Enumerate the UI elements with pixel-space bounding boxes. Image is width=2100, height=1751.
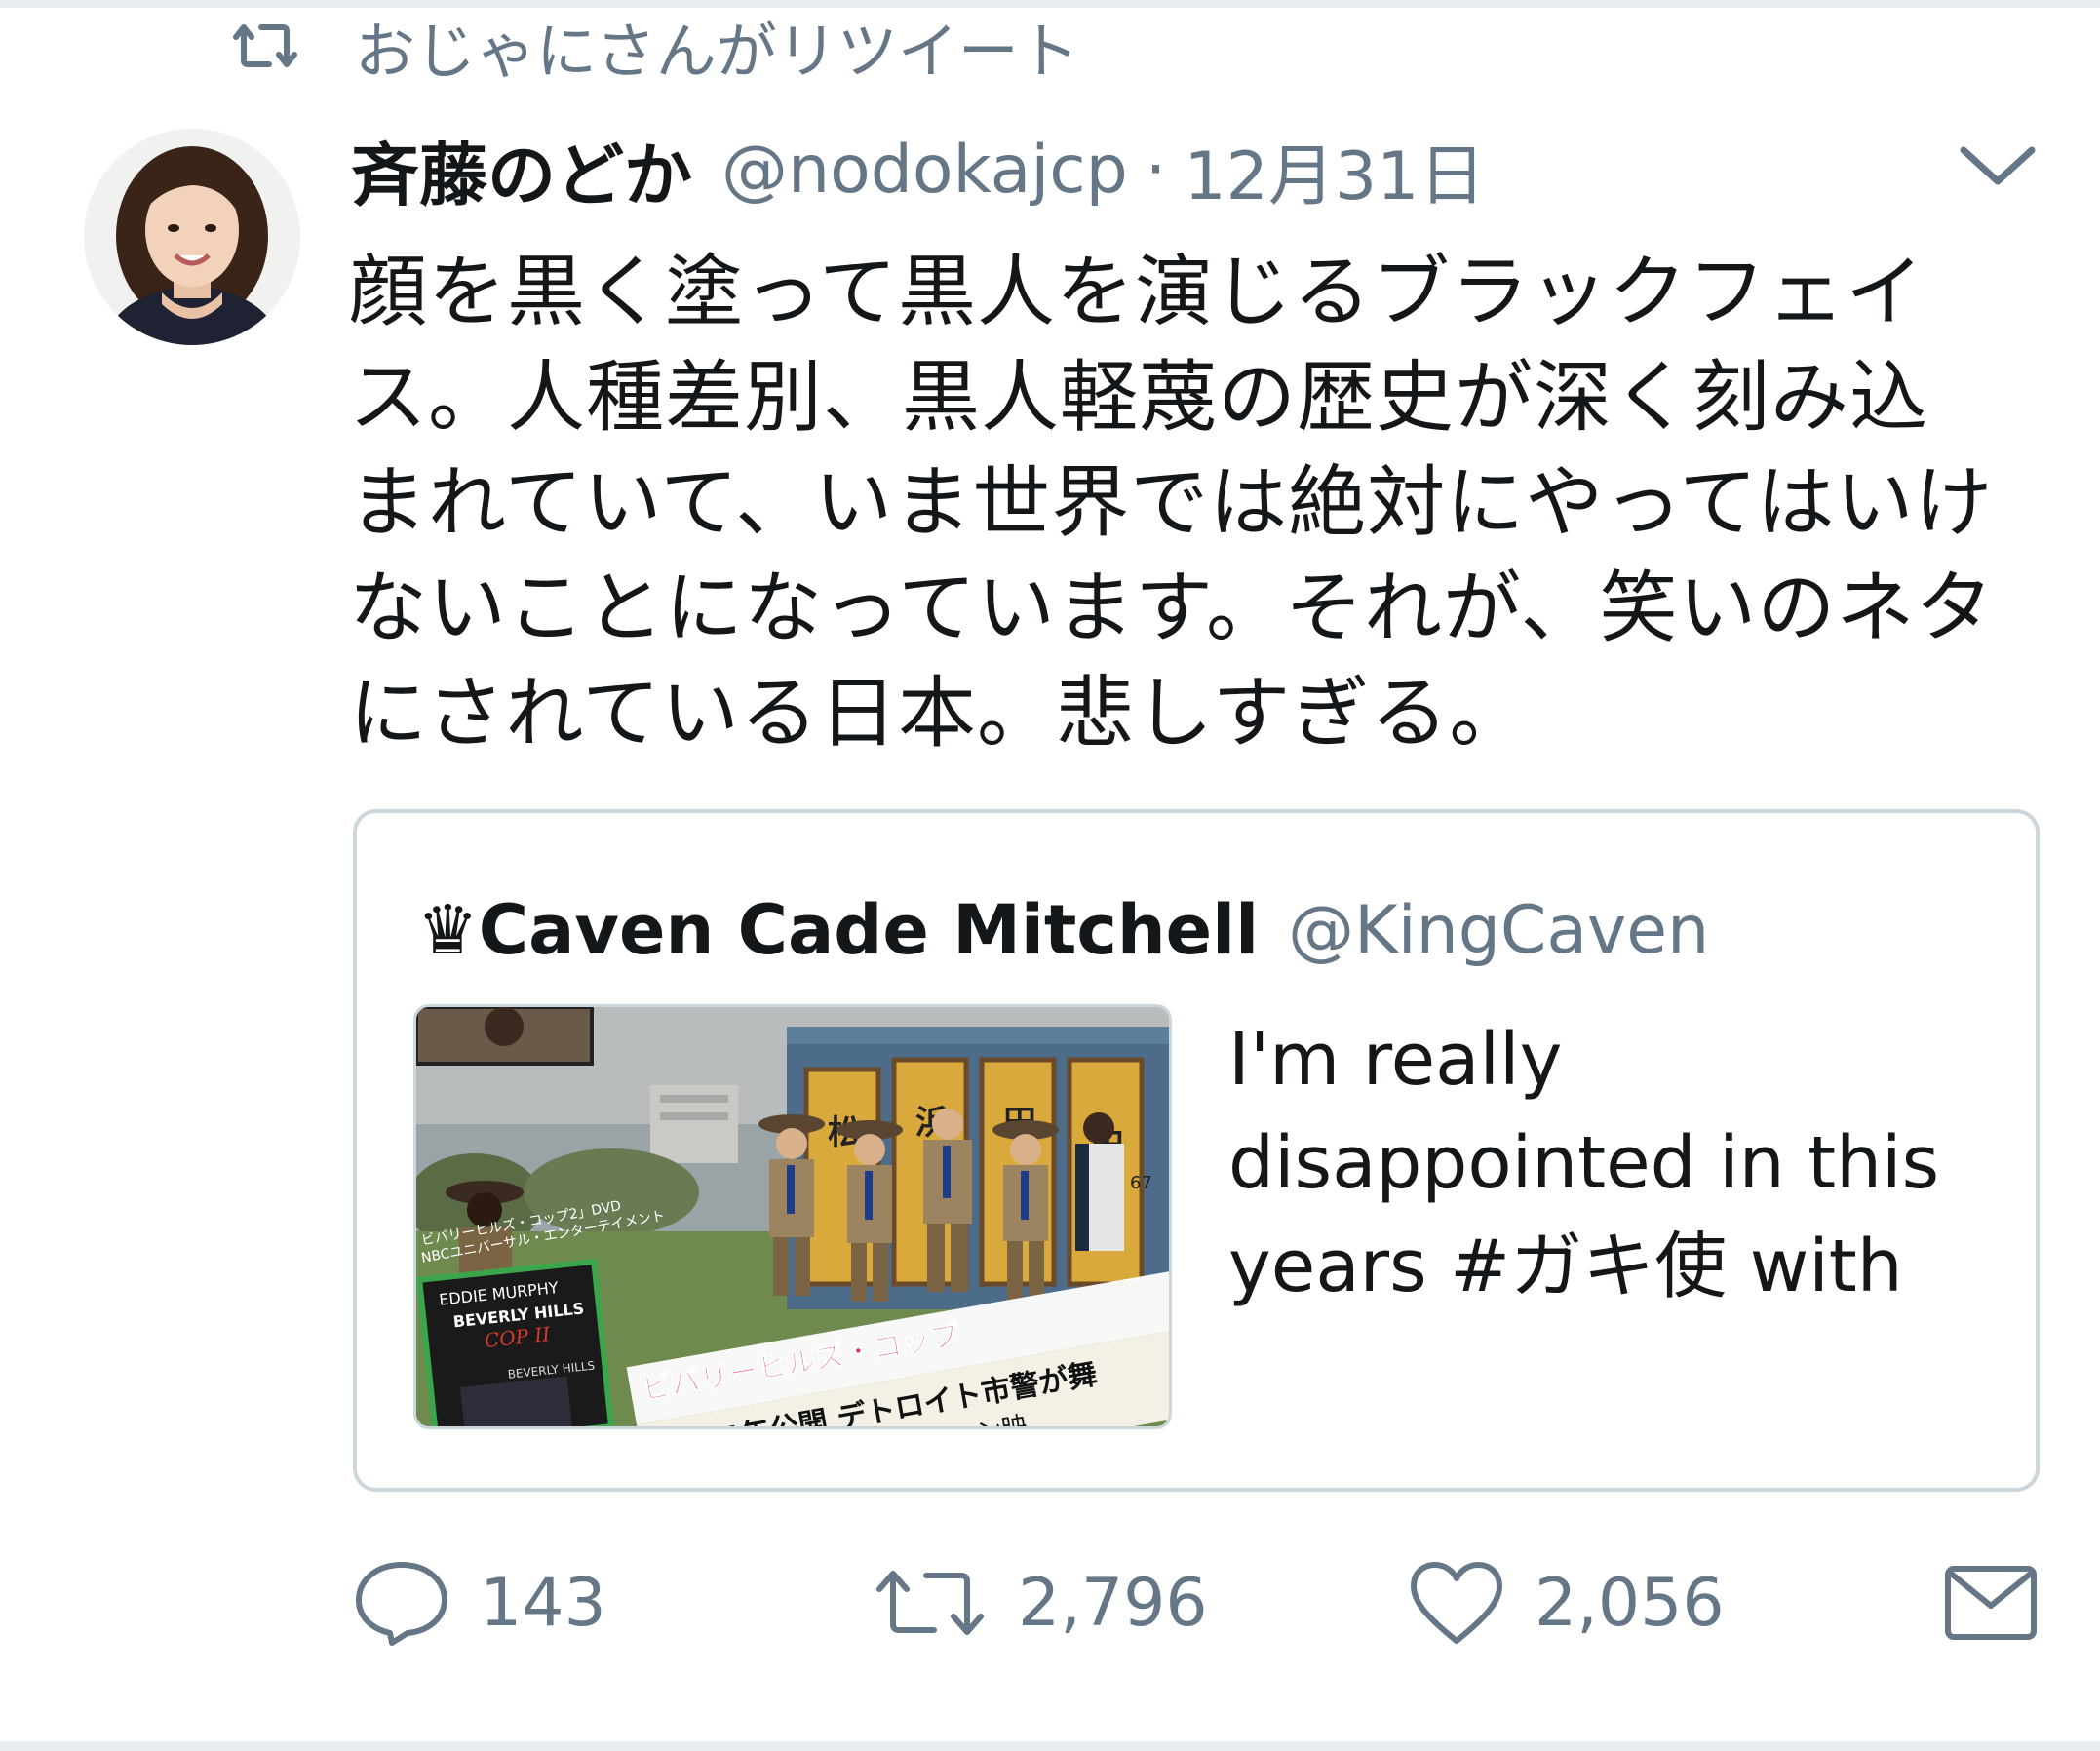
- like-count: 2,056: [1535, 1564, 1725, 1642]
- avatar-image: [84, 129, 300, 345]
- quoted-screen-name: @KingCaven: [1288, 891, 1710, 969]
- quoted-tweet-card[interactable]: ♛Caven Cade Mitchell @KingCaven 浜 中 67 ビ…: [353, 809, 2040, 1492]
- reply-icon: [356, 1562, 447, 1646]
- quoted-tweet-text: I'm really disappointed in this years #ガ…: [1228, 1018, 1963, 1308]
- retweet-icon: [876, 1571, 984, 1635]
- bottom-divider: [0, 1741, 2100, 1751]
- tweet-header: 斉藤のどか @nodokajcp · 12月31日: [351, 121, 1485, 218]
- display-name[interactable]: 斉藤のどか: [351, 121, 692, 219]
- retweet-button[interactable]: 2,796: [872, 1554, 1208, 1652]
- like-button[interactable]: 2,056: [1408, 1554, 1725, 1652]
- direct-message-button[interactable]: [1942, 1554, 2040, 1652]
- action-bar: 143 2,796 2,056: [353, 1554, 2049, 1652]
- avatar[interactable]: [84, 129, 300, 345]
- tweet-text: 顔を黒く塗って黒人を演じるブラックフェイス。人種差別、黒人軽蔑の歴史が深く刻み込…: [349, 247, 1995, 759]
- dvd-poster: EDDIE MURPHY BEVERLY HILLS COP II BEVERL…: [416, 1258, 615, 1426]
- jersey-number: 67: [1130, 1173, 1152, 1193]
- envelope-icon: [1945, 1566, 2037, 1640]
- chevron-down-icon[interactable]: [1956, 136, 2040, 195]
- screen-name[interactable]: @nodokajcp: [721, 132, 1128, 209]
- quoted-tweet-header: ♛Caven Cade Mitchell @KingCaven: [417, 881, 1709, 979]
- quoted-display-name: ♛Caven Cade Mitchell: [417, 890, 1260, 970]
- quoted-media-image[interactable]: 松 浜 田 中: [413, 1004, 1172, 1429]
- retweet-context-text: おじゃにさんがリツイート: [355, 16, 1079, 87]
- retweet-context[interactable]: おじゃにさんがリツイート: [226, 4, 1079, 88]
- reply-button[interactable]: 143: [353, 1554, 606, 1652]
- tv-screenshot: 松 浜 田 中: [416, 1007, 1169, 1426]
- timestamp[interactable]: 12月31日: [1184, 122, 1485, 218]
- reply-count: 143: [480, 1564, 606, 1642]
- retweet-count: 2,796: [1018, 1564, 1208, 1642]
- heart-icon: [1411, 1562, 1502, 1644]
- separator-dot: ·: [1145, 131, 1167, 209]
- retweet-icon: [233, 24, 297, 67]
